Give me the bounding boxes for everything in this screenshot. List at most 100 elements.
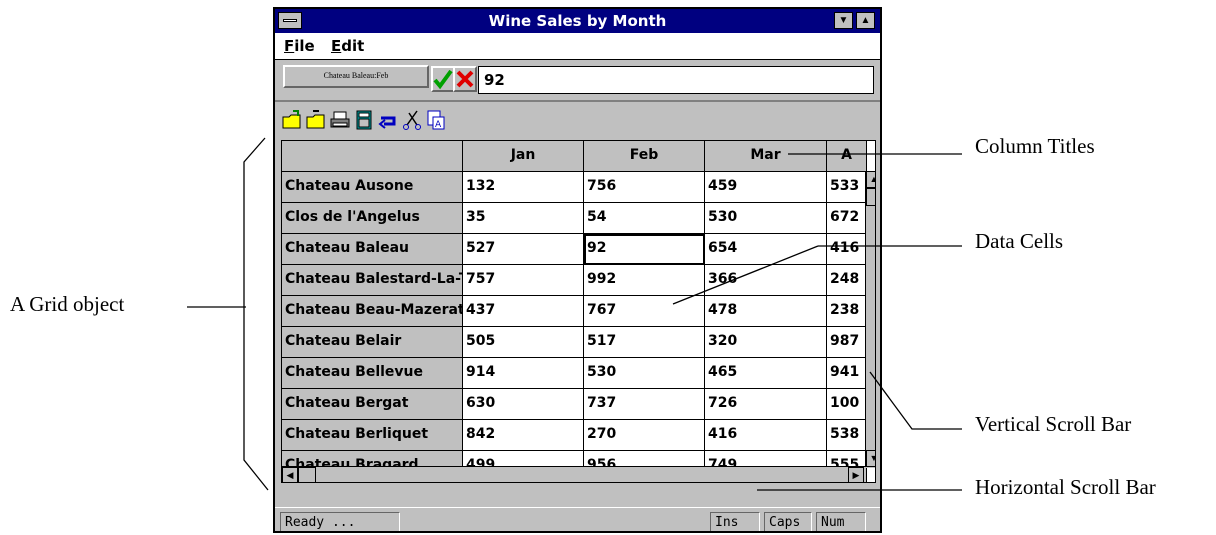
data-cell[interactable]: 478 [705, 296, 827, 327]
print-icon[interactable] [329, 109, 351, 131]
minimize-button[interactable]: ▼ [834, 12, 853, 29]
edit-row: Chateau Baleau:Feb 92 [275, 60, 880, 100]
status-ins: Ins [710, 512, 760, 531]
data-cell[interactable]: 459 [705, 172, 827, 203]
data-cell[interactable]: 533 [827, 172, 867, 203]
data-cell[interactable]: 530 [584, 358, 705, 389]
paste-icon[interactable]: A [425, 109, 447, 131]
confirm-button[interactable] [431, 66, 455, 92]
data-cell[interactable]: 726 [705, 389, 827, 420]
data-cell[interactable]: 527 [463, 234, 584, 265]
data-cell[interactable]: 270 [584, 420, 705, 451]
status-caps: Caps [764, 512, 812, 531]
row-title[interactable]: Chateau Bergat [282, 389, 463, 420]
grid-corner-header [282, 141, 463, 172]
data-cell[interactable]: 941 [827, 358, 867, 389]
row-title[interactable]: Chateau Balestard-La-T [282, 265, 463, 296]
data-cell[interactable]: 375 [463, 482, 584, 483]
row-title[interactable]: Clos de l'Angelus [282, 203, 463, 234]
data-cell[interactable]: 100 [827, 389, 867, 420]
data-cell[interactable]: 654 [705, 234, 827, 265]
data-cell[interactable]: 538 [827, 420, 867, 451]
cell-reference: Chateau Baleau:Feb [283, 65, 429, 88]
column-title[interactable]: Feb [584, 141, 705, 172]
svg-text:A: A [435, 120, 442, 130]
horizontal-scroll-bar[interactable]: ◀ ▶ [282, 466, 866, 482]
status-num: Num [816, 512, 866, 531]
maximize-button[interactable]: ▲ [856, 12, 875, 29]
data-cell[interactable]: 992 [584, 265, 705, 296]
data-cell[interactable]: 517 [584, 327, 705, 358]
status-message: Ready ... [280, 512, 400, 531]
data-cell[interactable]: 27 [827, 482, 867, 483]
annotation-grid-object: A Grid object [10, 292, 125, 316]
checkmark-icon [433, 69, 453, 90]
data-cell[interactable]: 914 [463, 358, 584, 389]
annotation-data-cells: Data Cells [975, 229, 1064, 253]
data-cell[interactable]: 415 [705, 482, 827, 483]
data-cell[interactable]: 767 [584, 296, 705, 327]
data-cell[interactable]: 465 [705, 358, 827, 389]
scroll-down-button[interactable]: ▼ [866, 450, 875, 467]
row-title[interactable]: Chateau Belair [282, 327, 463, 358]
menu-bar: File Edit [275, 33, 880, 60]
annotation-vertical-scroll-bar: Vertical Scroll Bar [975, 412, 1132, 436]
x-icon [456, 70, 474, 88]
column-title[interactable]: Jan [463, 141, 584, 172]
data-cell[interactable]: 2 [584, 482, 705, 483]
scroll-left-button[interactable]: ◀ [282, 467, 298, 482]
menu-edit-rest: dit [341, 37, 365, 55]
cell-edit-input[interactable]: 92 [478, 66, 874, 94]
open-folder-icon[interactable] [281, 109, 303, 131]
data-cell[interactable]: 238 [827, 296, 867, 327]
data-cell[interactable]: 416 [705, 420, 827, 451]
row-title[interactable]: Chateau Ausone [282, 172, 463, 203]
data-cell[interactable]: 530 [705, 203, 827, 234]
horizontal-scroll-thumb[interactable] [298, 467, 316, 482]
scroll-up-button[interactable]: ▲ [866, 171, 875, 188]
data-cell[interactable]: 132 [463, 172, 584, 203]
menu-edit[interactable]: Edit [331, 37, 364, 55]
data-cell[interactable]: 92 [584, 234, 705, 265]
window-title: Wine Sales by Month [488, 12, 667, 30]
grid-object[interactable]: Jan Feb Mar A Chateau Ausone 132 756 459 533 Clos… [281, 140, 876, 483]
scroll-right-button[interactable]: ▶ [848, 467, 864, 482]
undo-icon[interactable] [377, 109, 399, 131]
data-cell[interactable]: 248 [827, 265, 867, 296]
system-menu-button[interactable] [278, 12, 302, 29]
row-title[interactable]: Chateau Berliquet [282, 420, 463, 451]
status-bar: Ready ... Ins Caps Num [275, 507, 880, 531]
row-title[interactable]: Chateau Beau-Mazerat [282, 296, 463, 327]
data-cell[interactable]: 756 [584, 172, 705, 203]
menu-file-rest: ile [294, 37, 315, 55]
data-cell[interactable]: 630 [463, 389, 584, 420]
wine-sales-window: Wine Sales by Month ▼ ▲ File Edit Chatea… [273, 7, 882, 533]
toolbar-divider [275, 100, 880, 102]
row-title[interactable]: Chateau Bellevue [282, 358, 463, 389]
data-cell[interactable]: 757 [463, 265, 584, 296]
column-title[interactable]: Mar [705, 141, 827, 172]
data-cell[interactable]: 842 [463, 420, 584, 451]
data-cell[interactable]: 437 [463, 296, 584, 327]
open-file-icon[interactable] [305, 109, 327, 131]
cut-icon[interactable] [401, 109, 423, 131]
vertical-scroll-bar[interactable]: ▲ ▼ [865, 171, 875, 468]
data-cell[interactable]: 505 [463, 327, 584, 358]
data-cell[interactable]: 987 [827, 327, 867, 358]
vertical-scroll-thumb[interactable] [866, 188, 875, 206]
column-title[interactable]: A [827, 141, 867, 172]
row-title[interactable]: Chateau Baleau [282, 234, 463, 265]
menu-file[interactable]: File [284, 37, 315, 55]
data-cell[interactable]: 366 [705, 265, 827, 296]
data-cell[interactable]: 737 [584, 389, 705, 420]
data-cell[interactable]: 320 [705, 327, 827, 358]
data-cell[interactable]: 672 [827, 203, 867, 234]
data-cell[interactable]: 416 [827, 234, 867, 265]
data-cell[interactable]: 54 [584, 203, 705, 234]
annotation-column-titles: Column Titles [975, 134, 1095, 158]
row-title[interactable]: Chateau Cadet-Bon [282, 482, 463, 483]
annotation-horizontal-scroll-bar: Horizontal Scroll Bar [975, 475, 1156, 499]
data-cell[interactable]: 35 [463, 203, 584, 234]
cancel-button[interactable] [453, 66, 477, 92]
calculator-icon[interactable] [353, 109, 375, 131]
